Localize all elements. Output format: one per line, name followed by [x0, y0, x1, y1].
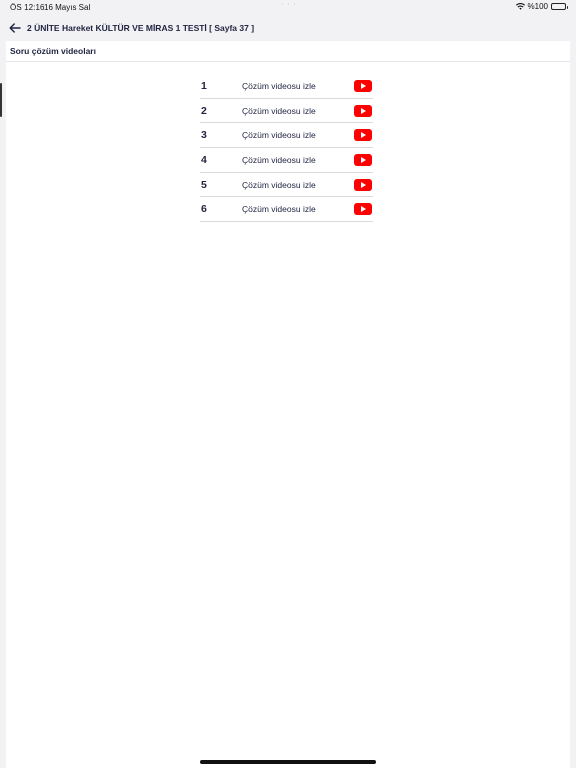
battery-percent: %100 [527, 2, 548, 11]
watch-video-link[interactable]: Çözüm videosu izle [242, 155, 354, 165]
watch-video-link[interactable]: Çözüm videosu izle [242, 81, 354, 91]
watch-video-link[interactable]: Çözüm videosu izle [242, 106, 354, 116]
question-number: 1 [201, 79, 207, 92]
side-handle[interactable] [0, 83, 2, 117]
wifi-icon [515, 3, 525, 10]
youtube-play-icon[interactable] [354, 129, 372, 142]
multitasking-dots[interactable]: · · · [281, 1, 297, 8]
status-right: %100 [515, 2, 568, 11]
nav-bar: 2 ÜNİTE Hareket KÜLTÜR VE MİRAS 1 TESTİ … [0, 16, 576, 40]
watch-video-link[interactable]: Çözüm videosu izle [242, 204, 354, 214]
video-row[interactable]: 3 Çözüm videosu izle [200, 123, 373, 149]
question-number: 2 [201, 104, 207, 117]
youtube-play-icon[interactable] [354, 79, 372, 92]
question-number: 5 [201, 178, 207, 191]
video-row[interactable]: 2 Çözüm videosu izle [200, 99, 373, 124]
video-row[interactable]: 6 Çözüm videosu izle [200, 197, 373, 223]
home-indicator[interactable] [200, 760, 376, 764]
page-title: 2 ÜNİTE Hareket KÜLTÜR VE MİRAS 1 TESTİ … [27, 23, 255, 33]
question-number: 4 [201, 153, 207, 166]
youtube-play-icon[interactable] [354, 153, 372, 166]
status-time: ÖS 12:16 [10, 3, 45, 12]
section-title: Soru çözüm videoları [6, 41, 570, 62]
question-number: 3 [201, 129, 207, 142]
status-date: 16 Mayıs Sal [44, 3, 91, 12]
video-row[interactable]: 4 Çözüm videosu izle [200, 148, 373, 173]
video-row[interactable]: 5 Çözüm videosu izle [200, 173, 373, 198]
youtube-play-icon[interactable] [354, 104, 372, 117]
video-list: 1 Çözüm videosu izle 2 Çözüm videosu izl… [200, 74, 373, 223]
watch-video-link[interactable]: Çözüm videosu izle [242, 130, 354, 140]
back-button[interactable] [5, 18, 25, 38]
youtube-play-icon[interactable] [354, 178, 372, 191]
question-number: 6 [201, 203, 207, 216]
status-bar: ÖS 12:16 16 Mayıs Sal · · · %100 [0, 0, 576, 14]
watch-video-link[interactable]: Çözüm videosu izle [242, 180, 354, 190]
battery-icon [551, 3, 568, 10]
arrow-left-icon [9, 23, 21, 33]
youtube-play-icon[interactable] [354, 203, 372, 216]
video-row[interactable]: 1 Çözüm videosu izle [200, 74, 373, 99]
